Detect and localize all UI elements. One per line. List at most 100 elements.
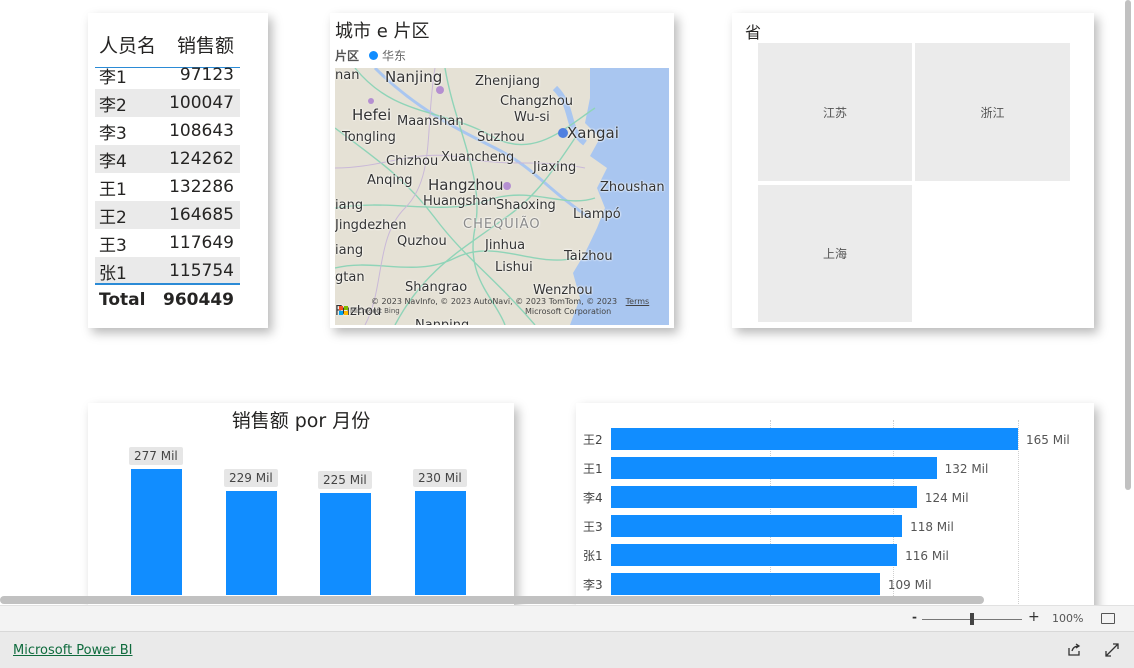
cell-person-name: 王3: [99, 235, 127, 256]
cell-sales: 115754: [169, 261, 234, 281]
cell-sales: 100047: [169, 93, 234, 113]
cell-person-name: 李1: [99, 67, 127, 88]
table-body: 李1 97123 李2 100047 李3 108643 李4 124262 王1 132286 王…: [95, 61, 240, 285]
column-bar[interactable]: [226, 491, 277, 595]
table-row[interactable]: 李4 124262: [95, 145, 240, 173]
cell-sales: 164685: [169, 205, 234, 225]
map-place-label: Shaoxing: [496, 198, 556, 213]
zoom-bar: - + 100%: [0, 605, 1134, 632]
total-label: Total: [99, 290, 146, 310]
map-place-label: Wu-si: [514, 110, 550, 125]
map-area[interactable]: Nanjing Zhenjiang Changzhou Hefei Maanshan Wu…: [335, 68, 669, 325]
zoom-in-button[interactable]: +: [1028, 609, 1040, 625]
map-place-label: Maanshan: [397, 114, 464, 129]
header-person-name[interactable]: 人员名: [95, 31, 169, 58]
horizontal-scrollbar[interactable]: [0, 596, 984, 604]
map-place-label: Jingdezhen: [335, 218, 407, 233]
cell-person-name: 张1: [99, 263, 127, 284]
sales-by-person-chart[interactable]: 王2 165 Mil 王1 132 Mil 李4 124 Mil 王3 118 Mil 张1 11…: [576, 403, 1094, 605]
bar-category-label: 张1: [583, 549, 603, 563]
cell-sales: 108643: [169, 121, 234, 141]
horizontal-bar[interactable]: [611, 457, 937, 479]
cell-person-name: 王1: [99, 179, 127, 200]
horizontal-bar[interactable]: [611, 486, 917, 508]
table-row[interactable]: 王1 132286: [95, 173, 240, 201]
table-row[interactable]: 李1 97123: [95, 61, 240, 89]
map-place-label: Wenzhou: [533, 283, 593, 298]
bar-category-label: 李4: [583, 491, 603, 505]
legend-item-east[interactable]: 华东: [382, 47, 406, 64]
map-place-label: Zhoushan: [600, 180, 665, 195]
column-bar[interactable]: [415, 490, 466, 595]
map-place-label: Chizhou: [386, 154, 439, 169]
map-place-label: Zhenjiang: [475, 74, 541, 89]
zoom-percent: 100%: [1052, 612, 1084, 625]
bar-data-label: 118 Mil: [910, 520, 954, 534]
tile-shanghai[interactable]: 上海: [758, 185, 912, 322]
cell-person-name: 李4: [99, 151, 127, 172]
column-bar[interactable]: [131, 469, 182, 595]
map-legend: 片区 华东: [335, 47, 406, 64]
table-row[interactable]: 张1 115754: [95, 257, 240, 285]
map-place-label: Taizhou: [564, 249, 613, 264]
map-place-label: iang: [335, 243, 364, 258]
table-row[interactable]: 李3 108643: [95, 117, 240, 145]
zoom-out-button[interactable]: -: [912, 610, 917, 624]
total-value: 960449: [163, 290, 234, 310]
map-copyright: © 2023 NavInfo, © 2023 AutoNavi, © 2023 …: [371, 297, 650, 316]
city-region-map[interactable]: 城市 e 片区 片区 华东 Nanjing Zhenjiang Changzho…: [330, 13, 674, 328]
vertical-scrollbar[interactable]: [1125, 0, 1131, 490]
map-place-label: Anqing: [367, 173, 413, 188]
power-bi-link[interactable]: Microsoft Power BI: [13, 643, 132, 658]
terms-link[interactable]: Terms: [626, 297, 650, 306]
cell-sales: 132286: [169, 177, 234, 197]
legend-title: 片区: [335, 49, 360, 63]
column-data-label: 229 Mil: [224, 469, 278, 488]
map-place-label: Quzhou: [397, 234, 447, 249]
share-icon[interactable]: [1067, 642, 1081, 661]
map-place-label: Shangrao: [405, 280, 468, 295]
header-sales[interactable]: 销售额: [169, 31, 240, 58]
horizontal-bar[interactable]: [611, 544, 898, 566]
bing-logo: Microsoft Bing: [339, 306, 400, 315]
map-place-label: Xuancheng: [441, 150, 515, 165]
horizontal-bar[interactable]: [611, 573, 880, 595]
map-place-label: Hangzhou: [428, 176, 504, 194]
table-row[interactable]: 李2 100047: [95, 89, 240, 117]
cell-sales: 117649: [169, 233, 234, 253]
map-place-label: Nanjing: [385, 68, 443, 86]
cell-sales: 97123: [179, 65, 234, 85]
horizontal-bar[interactable]: [611, 515, 903, 537]
sales-by-month-chart[interactable]: 销售额 por 月份 277 Mil 229 Mil 225 Mil 230 Mil: [88, 403, 514, 605]
table-row[interactable]: 王2 164685: [95, 201, 240, 229]
fit-to-page-icon[interactable]: [1101, 613, 1115, 624]
sales-table[interactable]: 人员名 销售额 李1 97123 李2 100047 李3 108643 李4 124262 王…: [88, 13, 268, 328]
map-place-label: Nanping: [415, 318, 469, 325]
tile-jiangsu[interactable]: 江苏: [758, 43, 912, 181]
map-place-label: nan: [335, 68, 360, 83]
map-place-label: iang: [335, 198, 364, 213]
table-row[interactable]: 王3 117649: [95, 229, 240, 257]
map-place-label: Lishui: [495, 260, 533, 275]
tile-zhejiang[interactable]: 浙江: [915, 43, 1070, 181]
horizontal-bar[interactable]: [611, 428, 1018, 450]
province-treemap[interactable]: 省 江苏 浙江 上海: [732, 13, 1094, 328]
zoom-slider-thumb[interactable]: [970, 613, 974, 625]
column-data-label: 230 Mil: [413, 468, 467, 487]
bar-data-label: 116 Mil: [905, 549, 949, 563]
bar-data-label: 165 Mil: [1026, 433, 1070, 447]
bar-category-label: 王2: [583, 433, 603, 447]
expand-icon[interactable]: [1105, 642, 1119, 661]
cell-person-name: 王2: [99, 207, 127, 228]
map-place-label: Jinhua: [485, 238, 526, 253]
map-place-label: Tongling: [342, 130, 396, 145]
cell-sales: 124262: [169, 149, 234, 169]
column-bar[interactable]: [320, 493, 371, 595]
map-place-label: Changzhou: [500, 94, 574, 109]
map-place-label: Jiaxing: [533, 160, 577, 175]
table-total-row: Total 960449: [95, 283, 240, 315]
map-place-label: Huangshan: [423, 194, 497, 209]
map-place-label: Xangai: [567, 124, 619, 142]
map-place-label: Liampó: [573, 207, 621, 222]
bar-category-label: 李3: [583, 578, 603, 592]
